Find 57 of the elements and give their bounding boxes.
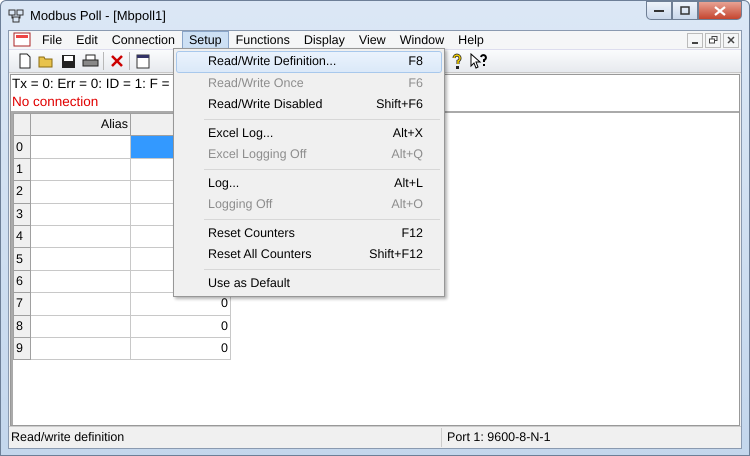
menu-item[interactable]: View [352,31,393,49]
menu-item[interactable]: Reset Counters F12 [176,222,442,244]
row-header: 1 [14,158,30,181]
column-header: Alias [30,114,130,136]
menu-item[interactable]: Functions [228,31,297,49]
shortcut: F8 [408,53,423,70]
row-header: 8 [14,315,30,338]
table-cell: 0 [130,315,230,338]
shortcut: Shift+F6 [376,96,423,114]
app-icon [8,8,24,24]
shortcut: Alt+X [392,124,423,142]
row-header: 4 [14,225,30,248]
close-button[interactable] [698,1,742,20]
menu-item[interactable]: Excel Log... Alt+X [176,122,442,144]
shortcut: Alt+L [394,174,423,192]
shortcut: Alt+O [391,196,423,214]
row-header: 0 [14,136,30,158]
port-status: Port 1: 9600-8-N-1 [441,428,741,447]
shortcut: F6 [408,74,423,92]
poll-status: Tx = 0: Err = 0: ID = 1: F = [11,75,170,93]
menu-item[interactable]: Display [296,31,352,49]
close-button[interactable] [723,32,739,48]
menu-item[interactable]: Read/Write Definition... F8 [176,51,442,72]
connection-status: No connection [11,93,98,111]
maximize-button[interactable] [672,1,698,20]
menu-item[interactable]: Setup [182,31,229,49]
table-cell: 0 [130,337,230,360]
restore-icon [708,36,718,44]
row-header: 7 [14,292,30,316]
shortcut: F12 [401,224,423,242]
minimize-icon [654,8,664,12]
menu-item[interactable]: Reset All Counters Shift+F12 [176,244,442,266]
menu-item[interactable]: Connection [104,31,182,49]
row-header: 9 [14,337,30,360]
close-icon [714,6,726,16]
menu-item[interactable]: Edit [69,31,105,49]
minimize-button[interactable] [687,32,703,48]
menu-item[interactable]: Read/Write Disabled Shift+F6 [176,94,442,116]
menu-item[interactable]: Help [451,31,491,49]
document-icon[interactable] [13,32,31,48]
row-header: 5 [14,248,30,270]
row-header: 3 [14,203,30,226]
menu-item[interactable]: Log... Alt+L [176,172,442,194]
close-icon [727,36,735,44]
minimize-button[interactable] [646,1,672,20]
maximize-icon [680,6,690,15]
status-message: Read/write definition [10,429,126,446]
menu-item[interactable]: Use as Default [176,272,442,294]
shortcut: Shift+F12 [369,246,423,264]
row-header: 6 [14,270,30,293]
context-help-icon[interactable] [469,52,488,70]
row-header: 2 [14,180,30,204]
shortcut: Alt+Q [391,146,423,164]
window-title: Modbus Poll - [Mbpoll1] [30,6,166,25]
restore-button[interactable] [705,32,721,48]
menu-item[interactable]: Window [392,31,452,49]
menu-item[interactable]: File [35,31,70,49]
